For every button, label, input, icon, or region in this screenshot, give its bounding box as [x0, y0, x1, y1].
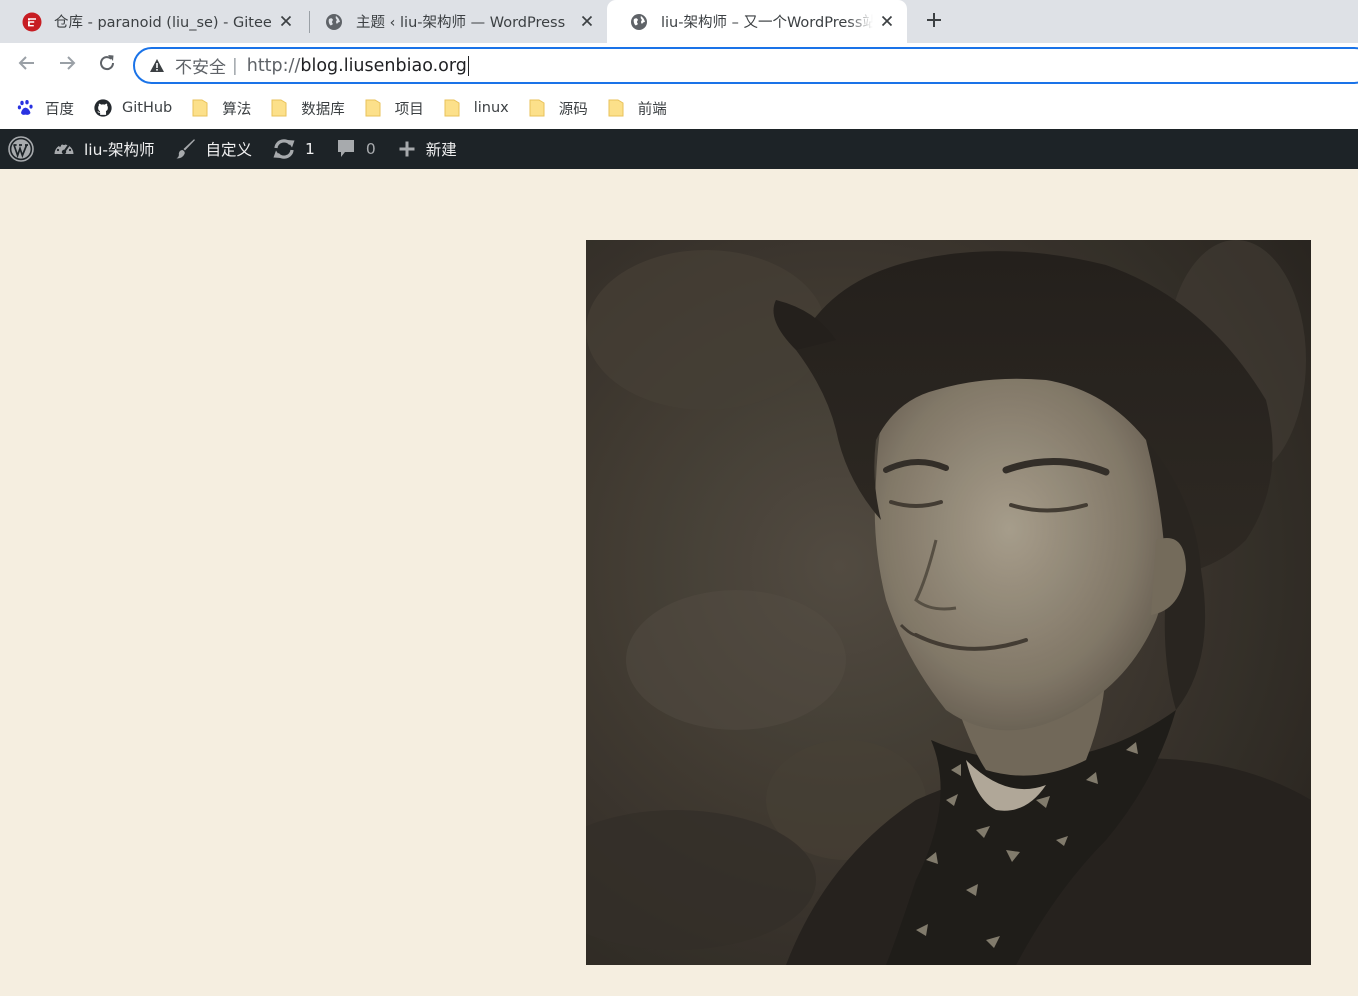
bookmark-folder-projects[interactable]: 项目 [365, 93, 424, 123]
bookmark-folder-source[interactable]: 源码 [529, 93, 588, 123]
plus-icon [398, 140, 416, 158]
comments-link[interactable]: 0 [337, 129, 376, 169]
bookmark-folder-database[interactable]: 数据库 [271, 93, 345, 123]
dashboard-gauge-icon [53, 139, 75, 159]
wp-admin-bar: liu-架构师 自定义 1 0 新建 [0, 129, 1358, 169]
globe-icon [629, 12, 649, 32]
close-tab-icon[interactable] [579, 13, 595, 29]
bookmark-baidu[interactable]: 百度 [17, 93, 74, 123]
back-button[interactable] [14, 52, 40, 78]
updates-link[interactable]: 1 [272, 129, 315, 169]
new-tab-button[interactable] [920, 8, 948, 36]
bookmark-folder-frontend[interactable]: 前端 [608, 93, 667, 123]
paintbrush-icon [175, 138, 197, 160]
folder-icon [444, 99, 460, 117]
arrow-right-icon [57, 53, 77, 77]
bookmark-label: GitHub [122, 100, 173, 116]
updates-refresh-icon [272, 138, 296, 160]
text-caret [467, 55, 469, 76]
tab-title: 仓库 - paranoid (liu_se) - Gitee [54, 15, 272, 31]
url-host: blog.liusenbiao.org [300, 55, 467, 76]
bookmarks-bar: 百度 GitHub 算法 数据库 项目 linux 源码 前端 [0, 87, 1358, 129]
address-bar[interactable]: 不安全 | http://blog.liusenbiao.org [133, 47, 1358, 84]
folder-icon [529, 99, 545, 117]
customize-label: 自定义 [205, 141, 253, 159]
url-scheme: http:// [246, 55, 301, 76]
new-content-menu[interactable]: 新建 [398, 129, 457, 169]
comment-bubble-icon [337, 139, 355, 159]
url-text: http://blog.liusenbiao.org [247, 56, 467, 76]
security-label: 不安全 [175, 58, 226, 78]
tab-gitee[interactable]: 仓库 - paranoid (liu_se) - Gitee [0, 0, 306, 43]
tab-strip: 仓库 - paranoid (liu_se) - Gitee 主题 ‹ liu-… [0, 0, 1358, 43]
folder-icon [608, 99, 624, 117]
tab-title: 主题 ‹ liu-架构师 — WordPress [356, 15, 566, 31]
bookmark-label: 项目 [394, 101, 424, 118]
page-content [0, 169, 1358, 996]
wp-logo-menu[interactable] [0, 129, 45, 169]
bookmark-label: 前端 [637, 101, 667, 118]
close-tab-icon[interactable] [879, 13, 895, 29]
gitee-logo-icon [22, 12, 42, 32]
folder-icon [192, 99, 208, 117]
folder-icon [365, 99, 381, 117]
bookmark-folder-algorithms[interactable]: 算法 [192, 93, 251, 123]
customize-link[interactable]: 自定义 [175, 129, 253, 169]
folder-icon [271, 99, 287, 117]
bookmark-folder-linux[interactable]: linux [444, 93, 509, 123]
close-tab-icon[interactable] [278, 13, 294, 29]
warning-triangle-icon[interactable] [149, 58, 165, 74]
github-icon [94, 99, 112, 117]
updates-count: 1 [305, 140, 315, 158]
globe-icon [324, 12, 344, 32]
tab-wp-themes[interactable]: 主题 ‹ liu-架构师 — WordPress [302, 0, 607, 43]
reload-icon [97, 53, 117, 77]
forward-button[interactable] [54, 52, 80, 78]
bookmark-label: 算法 [222, 101, 252, 118]
site-name-label: liu-架构师 [84, 141, 155, 159]
hero-portrait-image [586, 240, 1311, 965]
bookmark-label: 百度 [45, 101, 74, 118]
wordpress-logo-icon [8, 136, 34, 162]
baidu-paw-icon [17, 99, 35, 117]
new-content-label: 新建 [425, 141, 457, 159]
tab-blog-active[interactable]: liu-架构师 – 又一个WordPress站点 [607, 0, 907, 43]
comments-count: 0 [365, 140, 376, 158]
address-separator: | [232, 55, 238, 76]
browser-toolbar: 不安全 | http://blog.liusenbiao.org [0, 43, 1358, 87]
bookmark-label: 数据库 [301, 101, 345, 118]
plus-icon [926, 12, 942, 32]
bookmark-label: linux [473, 100, 509, 116]
site-name-menu[interactable]: liu-架构师 [45, 129, 155, 169]
tab-title: liu-架构师 – 又一个WordPress站点 [661, 15, 873, 31]
bookmark-github[interactable]: GitHub [94, 93, 172, 123]
bookmark-label: 源码 [558, 101, 588, 118]
reload-button[interactable] [94, 52, 120, 78]
arrow-left-icon [17, 53, 37, 77]
